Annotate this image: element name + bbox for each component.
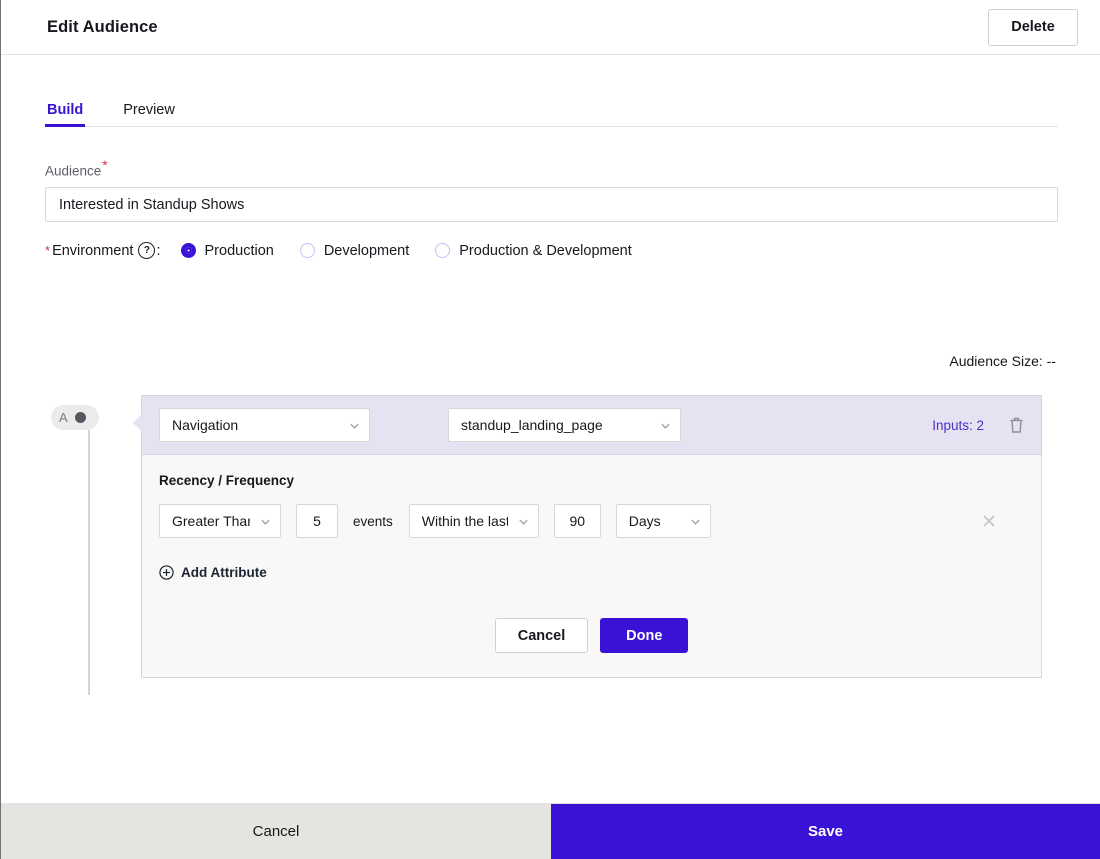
operator-select[interactable]: Greater Than	[159, 504, 281, 538]
time-unit-select[interactable]: Days	[615, 504, 711, 538]
branch-badge-a[interactable]: A	[51, 405, 99, 430]
branch-letter: A	[59, 410, 68, 425]
page-title: Edit Audience	[47, 17, 158, 36]
time-window-select[interactable]: Within the last	[408, 504, 539, 538]
chevron-down-icon	[661, 423, 670, 429]
condition-card: Navigation standup_landing_page Inputs: …	[133, 395, 1042, 678]
modal-footer: Cancel Save	[1, 803, 1100, 859]
radio-option-production-and-development[interactable]: Production & Development	[435, 243, 632, 259]
event-type-select[interactable]: Navigation	[159, 408, 370, 442]
condition-actions: Cancel Done	[142, 618, 1041, 653]
close-x-icon[interactable]	[982, 514, 996, 528]
question-circle-icon[interactable]: ?	[138, 242, 156, 259]
chevron-down-icon	[691, 519, 700, 525]
chevron-down-icon	[350, 423, 359, 429]
environment-required-asterisk: *	[45, 243, 51, 258]
radio-option-production[interactable]: Production	[180, 242, 274, 259]
modal-body: Build Preview Audience* * Environment ? …	[1, 55, 1100, 803]
footer-cancel-button[interactable]: Cancel	[1, 804, 551, 859]
operator-value: Greater Than	[172, 513, 250, 529]
inputs-count-link[interactable]: Inputs: 2	[932, 418, 984, 433]
time-window-value: Within the last	[421, 513, 508, 529]
event-value-select[interactable]: standup_landing_page	[448, 408, 681, 442]
audience-builder: A Navigation standup_landing_page Inputs…	[45, 395, 1058, 705]
event-type-value: Navigation	[172, 417, 239, 433]
radio-development-label: Development	[323, 242, 410, 259]
event-count-input[interactable]	[296, 504, 338, 538]
radio-production-label: Production	[204, 242, 274, 259]
radio-production-development-control[interactable]	[435, 243, 451, 258]
branch-line	[88, 430, 90, 695]
audience-size: Audience Size: --	[949, 353, 1056, 369]
delete-button[interactable]: Delete	[988, 8, 1078, 46]
chevron-down-icon	[519, 519, 528, 525]
environment-colon: :	[156, 242, 161, 259]
tab-build[interactable]: Build	[45, 102, 86, 127]
condition-cancel-button[interactable]: Cancel	[494, 618, 589, 653]
footer-save-button[interactable]: Save	[551, 804, 1100, 859]
event-value-value: standup_landing_page	[461, 417, 603, 433]
radio-option-development[interactable]: Development	[299, 242, 410, 259]
plus-circle-icon	[159, 565, 174, 580]
environment-label: Environment	[52, 242, 134, 259]
audience-name-input[interactable]	[45, 187, 1058, 222]
condition-body: Recency / Frequency Greater Than events …	[142, 455, 1041, 677]
environment-row: * Environment ? : Production Development…	[45, 242, 1056, 259]
add-attribute-label: Add Attribute	[181, 565, 267, 580]
edit-audience-modal: Edit Audience Delete Build Preview Audie…	[0, 0, 1100, 859]
recency-frequency-title: Recency / Frequency	[159, 473, 295, 488]
tab-bar: Build Preview	[45, 93, 1058, 127]
radio-production-control[interactable]	[180, 243, 196, 258]
events-label: events	[353, 513, 393, 529]
required-asterisk: *	[102, 157, 108, 173]
filled-circle-icon	[74, 412, 86, 423]
condition-done-button[interactable]: Done	[600, 618, 689, 653]
recency-frequency-row: Greater Than events Within the last Days	[159, 504, 1024, 538]
audience-field-label: Audience*	[45, 158, 1056, 178]
tab-preview[interactable]: Preview	[121, 102, 177, 126]
audience-label-text: Audience	[45, 163, 102, 179]
radio-production-development-label: Production & Development	[459, 242, 632, 259]
trash-icon[interactable]	[1008, 416, 1025, 434]
duration-input[interactable]	[553, 504, 601, 538]
modal-header: Edit Audience Delete	[1, 0, 1100, 55]
time-unit-value: Days	[628, 513, 661, 529]
condition-header: Navigation standup_landing_page Inputs: …	[142, 396, 1041, 455]
radio-development-control[interactable]	[299, 243, 315, 258]
add-attribute-button[interactable]: Add Attribute	[159, 565, 267, 580]
chevron-down-icon	[261, 519, 270, 525]
